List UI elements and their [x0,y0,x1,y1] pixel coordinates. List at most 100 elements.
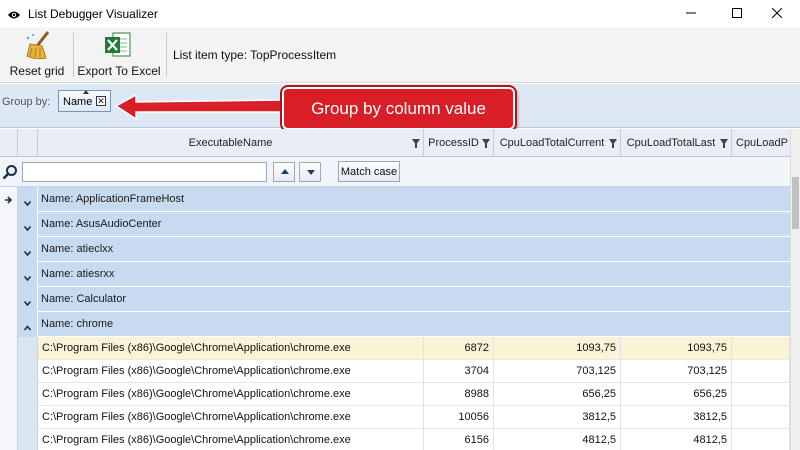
column-header-cpuloadtotalcurrent[interactable]: CpuLoadTotalCurrent [494,129,621,157]
group-row-label: Name: Calculator [41,293,126,305]
cell-cpuloadp [732,337,790,360]
cell-executablename: C:\Program Files (x86)\Google\Chrome\App… [38,406,424,429]
title-bar: List Debugger Visualizer [0,0,800,27]
chevron-down-icon[interactable] [23,296,32,307]
group-row[interactable]: Name: atieclxx [0,237,790,262]
filter-icon[interactable] [412,139,420,148]
filter-icon[interactable] [720,139,728,148]
group-row-label: Name: AsusAudioCenter [41,218,162,230]
group-row-label: Name: chrome [41,318,114,330]
cell-cpuloadp [732,429,790,450]
export-excel-label: Export To Excel [77,64,161,78]
remove-group-icon[interactable]: ✕ [96,96,106,106]
reset-grid-label: Reset grid [9,64,65,78]
chevron-down-icon[interactable] [23,246,32,257]
table-row[interactable]: C:\Program Files (x86)\Google\Chrome\App… [0,337,790,360]
sort-ascending-icon [83,90,89,94]
group-row[interactable]: Name: atiesrxx [0,262,790,287]
search-icon [2,164,18,183]
cell-cpuloadp [732,406,790,429]
group-row-label: Name: atieclxx [41,243,114,255]
maximize-icon [732,7,742,21]
list-item-type: List item type: TopProcessItem [173,48,337,62]
close-icon [771,7,783,21]
cell-processid: 3704 [424,360,494,383]
group-row-label: Name: atiesrxx [41,268,115,280]
column-header-label: ExecutableName [188,137,273,149]
cell-executablename: C:\Program Files (x86)\Google\Chrome\App… [38,337,424,360]
search-previous-button[interactable] [273,162,295,182]
table-row[interactable]: C:\Program Files (x86)\Google\Chrome\App… [0,406,790,429]
cell-cpuloadtotalcurrent: 656,25 [494,383,621,406]
cell-processid: 10056 [424,406,494,429]
group-row-label: Name: ApplicationFrameHost [41,193,185,205]
filter-icon[interactable] [609,139,617,148]
close-button[interactable] [754,0,800,27]
group-by-chip-name[interactable]: Name ✕ [58,90,111,112]
eye-icon [7,9,21,19]
vertical-scrollbar[interactable] [790,129,800,450]
cell-cpuloadp [732,360,790,383]
arrow-down-icon [307,170,315,175]
callout-box: Group by column value [282,87,515,130]
column-header-cpuloadtotallast[interactable]: CpuLoadTotalLast [621,129,732,157]
column-header-cpuloadp[interactable]: CpuLoadP [732,129,790,157]
cell-cpuloadtotallast: 703,125 [621,360,732,383]
toolbar-separator [166,33,167,77]
column-header-processid[interactable]: ProcessID [424,129,494,157]
column-header-label: CpuLoadP [736,137,788,149]
cell-cpuloadtotallast: 656,25 [621,383,732,406]
group-by-label: Group by: [2,96,51,108]
scrollbar-thumb[interactable] [792,177,799,229]
chevron-down-icon[interactable] [23,196,32,207]
cell-cpuloadtotallast: 4812,5 [621,429,732,450]
table-row[interactable]: C:\Program Files (x86)\Google\Chrome\App… [0,360,790,383]
cell-cpuloadtotallast: 1093,75 [621,337,732,360]
cell-processid: 6872 [424,337,494,360]
row-indicator-header [0,129,18,157]
window-title: List Debugger Visualizer [28,6,158,21]
chevron-down-icon[interactable] [23,271,32,282]
minimize-button[interactable] [668,0,714,27]
cell-cpuloadtotalcurrent: 4812,5 [494,429,621,450]
excel-icon [104,31,132,62]
cell-cpuloadtotalcurrent: 1093,75 [494,337,621,360]
broom-icon [24,30,54,63]
chevron-down-icon[interactable] [23,221,32,232]
search-next-button[interactable] [299,162,321,182]
search-row: Match case [0,157,790,187]
grid-rows: Name: ApplicationFrameHost Name: AsusAud… [0,187,790,450]
reset-grid-button[interactable]: Reset grid [4,27,70,83]
column-header-executablename[interactable]: ExecutableName [38,129,424,157]
export-excel-button[interactable]: Export To Excel [76,27,162,83]
match-case-button[interactable]: Match case [338,161,400,182]
group-row[interactable]: Name: Calculator [0,287,790,312]
cell-executablename: C:\Program Files (x86)\Google\Chrome\App… [38,383,424,406]
filter-icon[interactable] [482,139,490,148]
cell-executablename: C:\Program Files (x86)\Google\Chrome\App… [38,360,424,383]
chevron-up-icon[interactable] [23,321,32,331]
group-row[interactable]: Name: ApplicationFrameHost [0,187,790,212]
group-indent-header [18,129,38,157]
callout-text: Group by column value [311,98,486,118]
group-row[interactable]: Name: chrome [0,312,790,337]
cell-cpuloadtotalcurrent: 703,125 [494,360,621,383]
group-by-chip-label: Name [63,96,93,108]
cell-cpuloadp [732,383,790,406]
grid-header: ExecutableName ProcessID CpuLoadTotalCur… [0,129,790,157]
group-row[interactable]: Name: AsusAudioCenter [0,212,790,237]
toolbar-separator [73,33,74,77]
search-input[interactable] [22,162,267,182]
column-header-label: CpuLoadTotalCurrent [499,137,605,149]
minimize-icon [686,7,696,21]
arrow-up-icon [281,169,289,174]
table-row[interactable]: C:\Program Files (x86)\Google\Chrome\App… [0,383,790,406]
table-row[interactable]: C:\Program Files (x86)\Google\Chrome\App… [0,429,790,450]
cell-cpuloadtotalcurrent: 3812,5 [494,406,621,429]
cell-processid: 8988 [424,383,494,406]
column-header-label: ProcessID [428,137,479,149]
cell-cpuloadtotallast: 3812,5 [621,406,732,429]
cell-executablename: C:\Program Files (x86)\Google\Chrome\App… [38,429,424,450]
cell-processid: 6156 [424,429,494,450]
toolbar: Reset grid Export To Excel List item typ… [0,27,800,83]
